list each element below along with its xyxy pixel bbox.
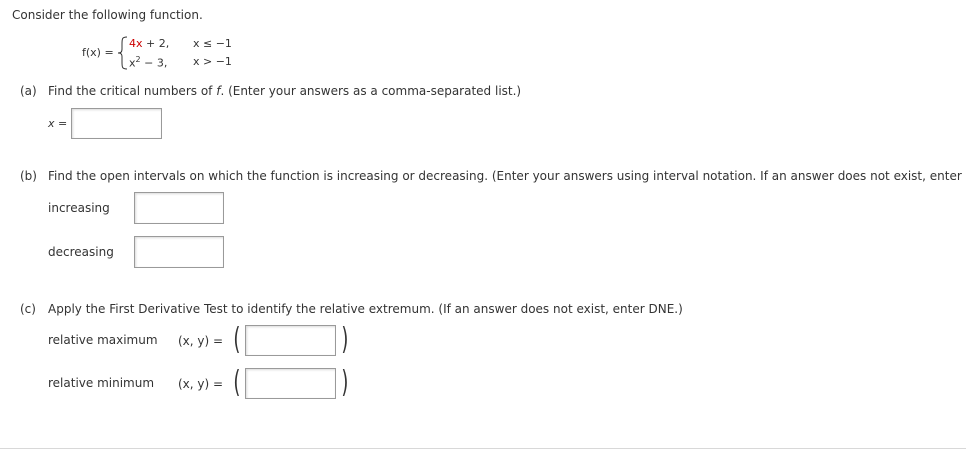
relative-maximum-right-paren: ) xyxy=(341,322,349,357)
relative-maximum-left-paren: ( xyxy=(233,322,241,357)
relative-minimum-right-paren: ) xyxy=(341,365,349,400)
piece2-expression: x2 − 3, xyxy=(129,55,167,70)
relative-minimum-input[interactable] xyxy=(245,368,336,399)
part-b-question: Find the open intervals on which the fun… xyxy=(48,169,966,183)
piece2-exponent: 2 xyxy=(135,55,141,64)
part-b-label: (b) xyxy=(20,169,37,183)
part-c-label: (c) xyxy=(20,302,36,316)
part-c-question: Apply the First Derivative Test to ident… xyxy=(48,302,683,316)
relative-maximum-input[interactable] xyxy=(245,325,336,356)
relative-maximum-label: relative maximum xyxy=(48,333,158,347)
piece1-condition: x ≤ −1 xyxy=(193,37,232,50)
part-a-question-pre: Find the critical numbers of xyxy=(48,84,217,98)
part-a-label: (a) xyxy=(20,84,37,98)
decreasing-input[interactable] xyxy=(134,236,224,268)
relative-maximum-xy-label: (x, y) = xyxy=(178,334,224,348)
increasing-input[interactable] xyxy=(134,192,224,224)
critical-numbers-label: x = xyxy=(48,117,68,130)
left-brace-icon xyxy=(117,36,128,70)
part-a-question-post: . (Enter your answers as a comma-separat… xyxy=(220,84,522,98)
relative-minimum-xy-label: (x, y) = xyxy=(178,377,224,391)
increasing-label: increasing xyxy=(48,201,110,215)
critical-numbers-input[interactable] xyxy=(71,108,162,139)
function-lhs: f(x) = xyxy=(82,46,114,59)
bottom-divider xyxy=(0,448,966,449)
piece1-rest: + 2, xyxy=(146,37,170,50)
piece1-coefficient: 4x xyxy=(129,37,143,50)
piece1-expression: 4x + 2, xyxy=(129,37,169,50)
intro-text: Consider the following function. xyxy=(12,8,203,22)
relative-minimum-label: relative minimum xyxy=(48,376,155,390)
decreasing-label: decreasing xyxy=(48,245,114,259)
part-a-question: Find the critical numbers of f. (Enter y… xyxy=(48,84,521,98)
piece2-rest: − 3, xyxy=(144,56,168,70)
relative-minimum-left-paren: ( xyxy=(233,365,241,400)
piece2-condition: x > −1 xyxy=(193,55,232,68)
